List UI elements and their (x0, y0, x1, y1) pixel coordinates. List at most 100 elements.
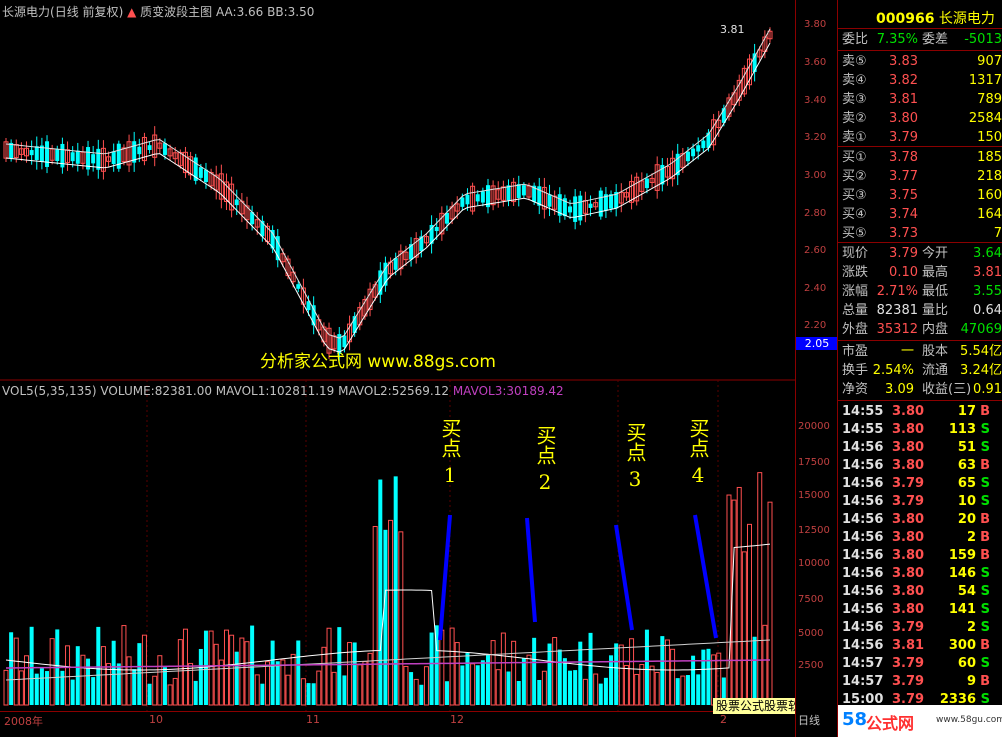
ma-line (5, 42, 771, 353)
stat-label: 今开 (922, 246, 949, 261)
watermark: 分析家公式网 www.88gs.com (260, 352, 496, 372)
volume-bar (126, 656, 132, 706)
volume-bar (685, 675, 690, 705)
volume-bar (578, 641, 583, 705)
volume-bar (167, 684, 173, 706)
volume-bar (623, 664, 629, 706)
trade-direction: S (980, 476, 990, 491)
candle-down (444, 212, 449, 224)
trade-price: 3.80 (892, 512, 925, 527)
trade-row: 14:57 3.79 9 B (842, 673, 1002, 691)
ask-volume: 1317 (968, 73, 1002, 88)
ask-row[interactable]: 卖① 3.79 150 (842, 128, 1002, 147)
date-label: 2008年 (4, 715, 43, 728)
volume-bar (516, 680, 521, 705)
bid-row[interactable]: 买③ 3.75 160 (842, 186, 1002, 205)
footer-banner[interactable]: 股票公式股票软件下载 (713, 698, 795, 714)
volume-bar (701, 649, 706, 705)
trade-price: 3.79 (892, 620, 925, 635)
bid-row[interactable]: 买② 3.77 218 (842, 167, 1002, 186)
chart-area[interactable]: 长源电力(日线 前复权) ▲ 质变波段主图 AA:3.66 BB:3.50 3.… (0, 0, 795, 737)
day-tab[interactable]: 日线 (798, 712, 820, 728)
volume-bar (147, 683, 152, 705)
volume-bar (393, 476, 398, 705)
volume-bar (419, 684, 424, 705)
trade-price: 3.79 (892, 476, 925, 491)
volume-bar (383, 529, 388, 705)
trade-time: 14:56 (842, 602, 884, 617)
volume-bar (18, 670, 24, 706)
volume-bar (3, 669, 9, 706)
trade-direction: S (980, 566, 990, 581)
brand-logo[interactable]: 58 公式网 www.58gu.com (838, 705, 1002, 737)
date-label: 2 (720, 713, 727, 726)
bid-row[interactable]: 买④ 3.74 164 (842, 205, 1002, 224)
price-tick: 2.80 (804, 208, 827, 219)
volume-bar (260, 683, 265, 705)
candle-down (75, 150, 80, 164)
candle-down (598, 190, 603, 217)
volume-bar (609, 655, 614, 705)
ask-row[interactable]: 卖② 3.80 2584 (842, 109, 1002, 128)
trade-row: 14:56 3.80 20 B (842, 511, 1002, 529)
volume-bar (614, 643, 619, 705)
volume-bar (552, 637, 558, 706)
trade-volume: 20 (957, 512, 976, 527)
volume-bar (311, 683, 316, 705)
volume-bar (511, 640, 517, 706)
bid-price: 3.75 (889, 188, 918, 203)
volume-bar (573, 670, 578, 705)
volume-bar (137, 643, 142, 705)
bid-row[interactable]: 买⑤ 3.73 7 (842, 224, 1002, 243)
volume-bar (254, 674, 260, 706)
ask-row[interactable]: 卖③ 3.81 789 (842, 90, 1002, 109)
candle-down (573, 196, 578, 222)
buy-point-arrow (614, 524, 634, 631)
candle-down (55, 149, 60, 162)
trade-row: 14:55 3.80 113 S (842, 421, 1002, 439)
stock-name-panel: 长源电力 (938, 11, 995, 27)
vol-tick: 10000 (798, 558, 830, 569)
volume-bar (409, 672, 414, 705)
volume-bar (290, 653, 296, 706)
bid-row[interactable]: 买① 3.78 185 (842, 148, 1002, 167)
trade-row: 14:56 3.79 10 S (842, 493, 1002, 511)
ask-row[interactable]: 卖⑤ 3.83 907 (842, 52, 1002, 71)
buy-point-4: 买点 4 (686, 418, 710, 487)
trade-direction: B (980, 458, 990, 473)
trade-direction: B (980, 638, 990, 653)
volume-bar (752, 636, 757, 705)
candle-down (434, 226, 439, 232)
trade-direction: S (980, 440, 990, 455)
volume-bar (218, 659, 224, 706)
ask-row[interactable]: 卖④ 3.82 1317 (842, 71, 1002, 90)
price-tick: 2.20 (804, 320, 827, 331)
volume-bar (111, 640, 116, 705)
stat-value: 0.10 (889, 265, 918, 280)
candle-down (475, 194, 480, 202)
volume-bar (506, 671, 511, 705)
volume-bar (378, 479, 383, 705)
volume-bar (306, 683, 311, 705)
volume-bar (746, 523, 752, 706)
trade-time: 14:56 (842, 458, 884, 473)
indicator-name[interactable]: 质变波段主图 (140, 5, 212, 19)
volume-bar (188, 662, 194, 706)
trade-time: 14:55 (842, 404, 884, 419)
volume-bar (75, 646, 80, 705)
volume-bar (649, 665, 655, 706)
fin-row: 净资 3.09 收益(三) 0.91 (842, 380, 1002, 399)
volume-bar (490, 640, 496, 706)
quote-panel: 000966 长源电力 委比 7.35% 委差 -5013 卖⑤ 3.83 90… (837, 0, 1002, 737)
brand-num: 58 (842, 709, 868, 730)
volume-bar (706, 648, 711, 705)
weicha-value: -5013 (964, 32, 1002, 47)
trade-row: 14:56 3.80 146 S (842, 565, 1002, 583)
stat-label: 最高 (922, 265, 949, 280)
trade-time: 14:56 (842, 440, 884, 455)
trade-row: 14:56 3.80 63 B (842, 457, 1002, 475)
trade-row: 14:56 3.80 141 S (842, 601, 1002, 619)
volume-bar (731, 499, 737, 706)
expand-icon[interactable]: ▲ (127, 5, 136, 19)
trade-direction: S (980, 494, 990, 509)
